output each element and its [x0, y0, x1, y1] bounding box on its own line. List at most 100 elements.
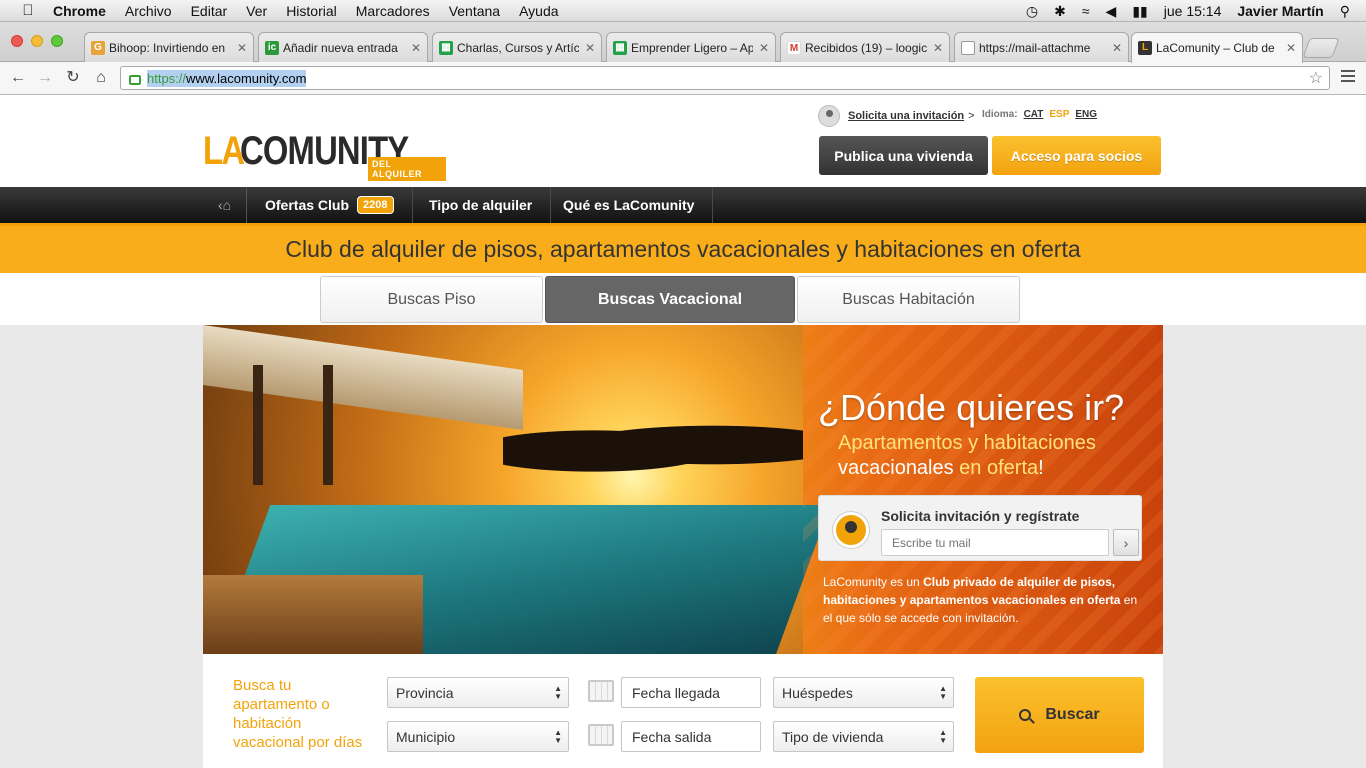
forward-icon[interactable]: →	[35, 67, 55, 89]
hero-banner: ¿Dónde quieres ir? Apartamentos y habita…	[203, 325, 1163, 654]
tab-anadir-entrada[interactable]: ic Añadir nueva entrada ✕	[258, 32, 428, 62]
tab-bihoop[interactable]: G Bihoop: Invirtiendo en ✕	[84, 32, 254, 62]
home-icon[interactable]: ⌂	[91, 67, 111, 89]
tab-charlas[interactable]: ▦ Charlas, Cursos y Artíc ✕	[432, 32, 602, 62]
invite-box-title: Solicita invitación y regístrate	[881, 508, 1080, 524]
nav-que-es[interactable]: Qué es LaComunity	[545, 187, 714, 223]
tab-title: Recibidos (19) – loogic	[805, 40, 927, 55]
url-text[interactable]: https://www.lacomunity.com	[147, 69, 307, 87]
hero-deck	[203, 575, 423, 654]
calendar-icon[interactable]	[588, 680, 614, 702]
menu-ventana[interactable]: Ventana	[449, 3, 500, 19]
web-page: LA COMUNITY DEL ALQUILER Solicita una in…	[0, 95, 1366, 768]
clock[interactable]: jue 15:14	[1164, 3, 1222, 19]
search-panel: Busca tu apartamento o habitación vacaci…	[203, 654, 1163, 768]
submit-email-button[interactable]: ›	[1113, 529, 1139, 556]
invite-arrow: >	[968, 110, 975, 122]
volume-icon[interactable]: ◀	[1106, 3, 1117, 20]
zoom-window-button[interactable]	[51, 35, 63, 47]
hero-subtitle: Apartamentos y habitaciones vacacionales…	[838, 431, 1096, 481]
time-machine-icon[interactable]: ◷	[1026, 3, 1038, 20]
menu-historial[interactable]: Historial	[286, 3, 337, 19]
minimize-window-button[interactable]	[31, 35, 43, 47]
chrome-menu-icon[interactable]	[1341, 70, 1355, 84]
tab-title: Añadir nueva entrada	[283, 40, 398, 55]
menu-archivo[interactable]: Archivo	[125, 3, 172, 19]
property-type-value: Tipo de vivienda	[782, 728, 884, 745]
wifi-icon[interactable]: ≈	[1082, 3, 1090, 19]
new-tab-button[interactable]	[1302, 38, 1340, 58]
user-name[interactable]: Javier Martín	[1237, 3, 1323, 19]
hero-sub-exclaim: !	[1038, 457, 1044, 479]
nav-tipo-alquiler[interactable]: Tipo de alquiler	[411, 187, 552, 223]
close-icon[interactable]: ✕	[1286, 41, 1296, 55]
sheets-icon: ▦	[613, 40, 627, 55]
publish-property-button[interactable]: Publica una vivienda	[819, 136, 988, 175]
battery-icon[interactable]: ▮▮	[1132, 3, 1147, 20]
email-field[interactable]	[881, 529, 1109, 556]
tab-lacomunity[interactable]: L LaComunity – Club de ✕	[1131, 32, 1303, 63]
menu-marcadores[interactable]: Marcadores	[356, 3, 430, 19]
request-invitation-link[interactable]: Solicita una invitación >	[818, 105, 975, 127]
lang-esp[interactable]: ESP	[1049, 109, 1069, 120]
back-icon[interactable]: ←	[8, 67, 28, 89]
tab-buscas-piso[interactable]: Buscas Piso	[320, 276, 543, 323]
browser-toolbar: ← → ↻ ⌂ https://www.lacomunity.com ☆	[0, 62, 1366, 95]
hero-sub-en-oferta: en oferta	[953, 457, 1039, 479]
macos-menubar:  Chrome Archivo Editar Ver Historial Ma…	[0, 0, 1366, 22]
search-type-tabs: Buscas Piso Buscas Vacacional Buscas Hab…	[0, 273, 1366, 325]
bluetooth-icon[interactable]: ✱	[1054, 3, 1066, 20]
address-bar[interactable]: https://www.lacomunity.com ☆	[120, 66, 1330, 90]
reload-icon[interactable]: ↻	[63, 67, 83, 89]
search-button[interactable]: Buscar	[975, 677, 1144, 753]
close-icon[interactable]: ✕	[1112, 41, 1122, 55]
close-icon[interactable]: ✕	[237, 41, 247, 55]
close-icon[interactable]: ✕	[933, 41, 943, 55]
guests-value: Huéspedes	[782, 684, 853, 701]
municipio-select[interactable]: Municipio ▲ ▼	[387, 721, 569, 752]
user-check-icon	[833, 512, 869, 548]
site-header: LA COMUNITY DEL ALQUILER Solicita una in…	[0, 95, 1366, 187]
tab-buscas-habitacion[interactable]: Buscas Habitación	[797, 276, 1020, 323]
nav-ofertas-club[interactable]: Ofertas Club 2208	[247, 187, 413, 223]
bookmark-star-icon[interactable]: ☆	[1309, 68, 1323, 88]
lacomunity-logo[interactable]: LA COMUNITY DEL ALQUILER	[203, 131, 446, 181]
tab-mail-attachment[interactable]: https://mail-attachme ✕	[954, 32, 1129, 62]
chrome-icon: G	[91, 40, 105, 55]
apple-menu-icon[interactable]: 	[19, 2, 37, 19]
guests-select[interactable]: Huéspedes ▲ ▼	[773, 677, 954, 708]
hero-description: LaComunity es un Club privado de alquile…	[823, 573, 1143, 627]
ic-icon: ic	[265, 40, 279, 55]
close-window-button[interactable]	[11, 35, 23, 47]
menu-ver[interactable]: Ver	[246, 3, 267, 19]
close-icon[interactable]: ✕	[759, 41, 769, 55]
arrival-date-field[interactable]: Fecha llegada	[621, 677, 761, 708]
gmail-icon: M	[787, 40, 801, 55]
lang-cat[interactable]: CAT	[1024, 109, 1044, 120]
tab-title: https://mail-attachme	[979, 40, 1091, 55]
close-icon[interactable]: ✕	[585, 41, 595, 55]
invite-signup-box: Solicita invitación y regístrate ›	[818, 495, 1142, 561]
menu-app-name[interactable]: Chrome	[53, 3, 106, 19]
tab-gmail[interactable]: M Recibidos (19) – loogic ✕	[780, 32, 950, 62]
menu-ayuda[interactable]: Ayuda	[519, 3, 558, 19]
select-arrows-icon: ▲ ▼	[939, 728, 947, 745]
tab-emprender[interactable]: ▦ Emprender Ligero – Ap ✕	[606, 32, 776, 62]
calendar-icon[interactable]	[588, 724, 614, 746]
tab-strip: G Bihoop: Invirtiendo en ✕ ic Añadir nue…	[0, 22, 1366, 63]
departure-date-field[interactable]: Fecha salida	[621, 721, 761, 752]
provincia-select[interactable]: Provincia ▲ ▼	[387, 677, 569, 708]
hero-trees	[503, 415, 803, 475]
lang-eng[interactable]: ENG	[1075, 109, 1097, 120]
invite-link-text[interactable]: Solicita una invitación	[848, 110, 964, 122]
spotlight-icon[interactable]: ⚲	[1340, 3, 1350, 20]
member-access-button[interactable]: Acceso para socios	[992, 136, 1161, 175]
municipio-value: Municipio	[396, 728, 456, 745]
hero-sub-vacacionales: vacacionales	[838, 457, 954, 479]
tab-title: Charlas, Cursos y Artíc	[457, 40, 579, 55]
close-icon[interactable]: ✕	[411, 41, 421, 55]
property-type-select[interactable]: Tipo de vivienda ▲ ▼	[773, 721, 954, 752]
menu-editar[interactable]: Editar	[191, 3, 228, 19]
nav-home-icon[interactable]: ‹⌂	[203, 187, 247, 223]
tab-buscas-vacacional[interactable]: Buscas Vacacional	[545, 276, 795, 323]
